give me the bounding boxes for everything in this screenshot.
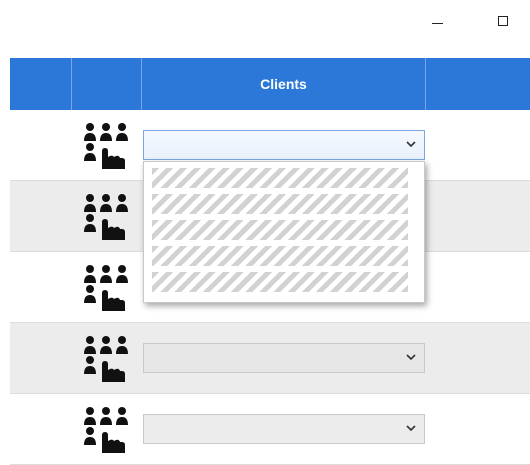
dropdown-option[interactable] — [152, 220, 408, 240]
dropdown-option[interactable] — [152, 194, 408, 214]
header-cell-blank-2 — [426, 58, 530, 110]
group-pointer-icon[interactable] — [82, 263, 130, 311]
clients-select[interactable] — [143, 414, 425, 444]
table-row — [10, 394, 530, 465]
group-pointer-icon[interactable] — [82, 334, 130, 382]
grid-header: Clients — [10, 58, 530, 110]
dropdown-option[interactable] — [152, 246, 408, 266]
group-pointer-icon[interactable] — [82, 121, 130, 169]
maximize-icon[interactable] — [494, 12, 514, 32]
clients-select[interactable] — [143, 130, 425, 160]
dropdown-option[interactable] — [152, 168, 408, 188]
table-row — [10, 323, 530, 394]
chevron-down-icon — [406, 139, 416, 149]
group-pointer-icon[interactable] — [82, 405, 130, 453]
clients-select[interactable] — [143, 343, 425, 373]
group-pointer-icon[interactable] — [82, 192, 130, 240]
chevron-down-icon — [406, 352, 416, 362]
header-cell-icon — [72, 58, 142, 110]
dropdown-option[interactable] — [152, 272, 408, 292]
header-clients[interactable]: Clients — [142, 58, 426, 110]
chevron-down-icon — [406, 423, 416, 433]
clients-dropdown-list — [143, 161, 425, 303]
minimize-icon[interactable] — [428, 12, 448, 32]
header-cell-blank-1 — [10, 58, 72, 110]
